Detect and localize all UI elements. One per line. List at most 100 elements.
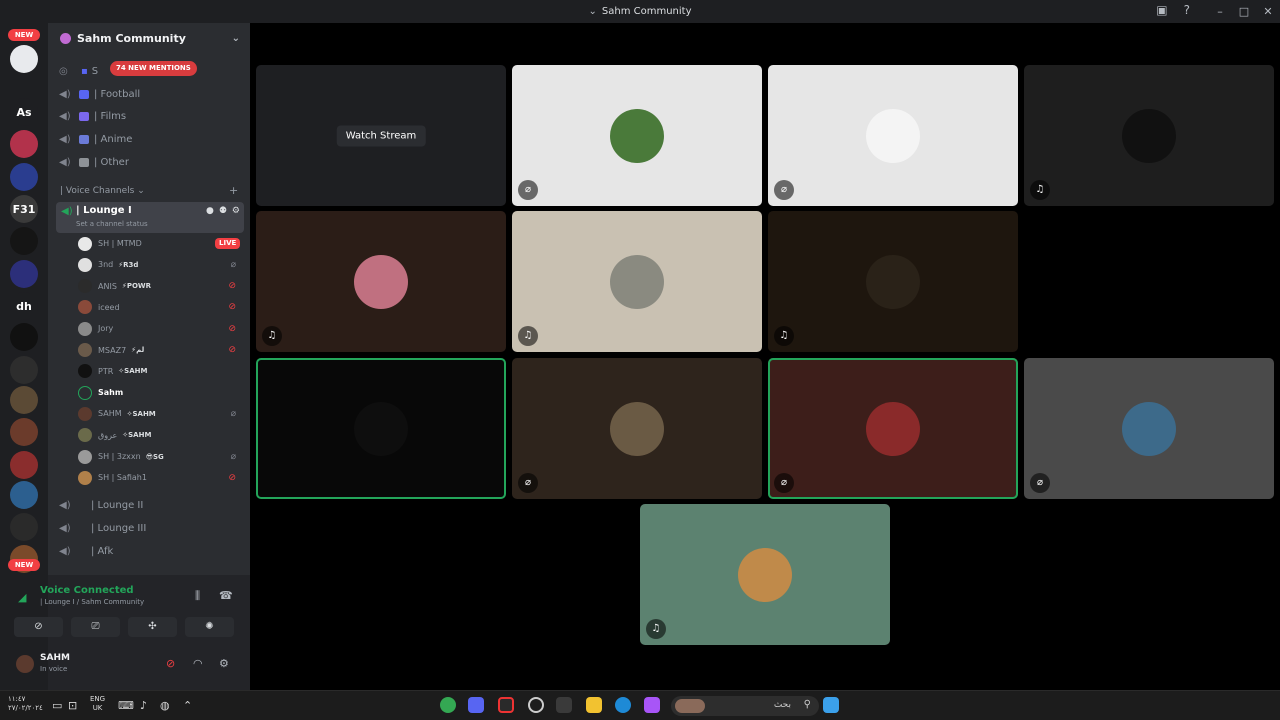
watch-stream-button[interactable]: Watch Stream — [336, 125, 426, 146]
language-indicator[interactable]: ENG UK — [90, 695, 105, 713]
headphones-icon[interactable]: ◠ — [193, 657, 203, 670]
new-pill-bottom[interactable]: NEW — [8, 559, 40, 571]
voice-user[interactable]: SH | 3zxxn 😎SG ⌀ — [78, 446, 248, 467]
server-icon[interactable]: dh — [10, 292, 38, 320]
participant-tile[interactable]: ⌀ — [512, 358, 762, 499]
server-icon[interactable] — [10, 386, 38, 414]
server-icon[interactable] — [10, 323, 38, 351]
participant-tile[interactable] — [1024, 211, 1274, 352]
server-icon[interactable] — [10, 260, 38, 288]
voice-channel-item[interactable]: ◀) | Afk — [56, 541, 244, 561]
desktop-icon[interactable]: ⊡ — [68, 699, 77, 712]
edge-icon[interactable] — [615, 697, 631, 713]
channel-item[interactable]: ◀) | Other — [56, 152, 244, 172]
voice-user[interactable]: 3nd ⚡R3d ⌀ — [78, 254, 248, 275]
chat-icon[interactable]: ● — [206, 206, 214, 216]
maximize-button[interactable]: □ — [1232, 5, 1256, 18]
voice-user[interactable]: MSAZ7 ⚡لم ⊘ — [78, 340, 248, 361]
participant-tile[interactable]: ⌀ — [768, 358, 1018, 499]
channel-item[interactable]: ◀) | Football — [56, 84, 244, 104]
participant-tile[interactable]: ♫ — [512, 211, 762, 352]
server-icon[interactable] — [10, 513, 38, 541]
participant-tile[interactable]: ♫ — [1024, 65, 1274, 206]
store-icon[interactable] — [556, 697, 572, 713]
activities-button[interactable]: ✣ — [128, 617, 177, 637]
voice-user[interactable]: ANIS ⚡POWR ⊘ — [78, 276, 248, 297]
voice-user[interactable]: PTR ✧SAHM — [78, 361, 248, 382]
noise-suppression-icon[interactable]: ⫼ — [195, 589, 200, 603]
voice-user[interactable]: عروق ✧SAHM — [78, 425, 248, 446]
voice-channel-item[interactable]: ◀) | Lounge III — [56, 518, 244, 538]
participant-tile[interactable]: ⌀ — [768, 65, 1018, 206]
voice-connected-title: Voice Connected — [40, 585, 134, 596]
avatar — [610, 254, 664, 309]
steam-icon[interactable] — [528, 697, 544, 713]
voice-user[interactable]: SAHM ✧SAHM ⌀ — [78, 403, 248, 424]
participant-tile[interactable]: ⌀ — [1024, 358, 1274, 499]
voice-user-name: SH | MTMD — [98, 239, 142, 248]
voice-user-name: ANIS — [98, 281, 117, 291]
channel-item[interactable]: ◀) | Anime — [56, 129, 244, 149]
server-icon[interactable]: As — [10, 98, 38, 126]
new-pill-top[interactable]: NEW — [8, 29, 40, 41]
signal-icon[interactable]: ◢ — [18, 591, 26, 604]
chrome-icon[interactable] — [440, 697, 456, 713]
voice-user[interactable]: iceed ⊘ — [78, 297, 248, 318]
voice-connected-channel[interactable]: | Lounge I / Sahm Community — [40, 598, 144, 606]
server-icon[interactable] — [10, 45, 38, 73]
avatar[interactable] — [16, 655, 34, 673]
active-voice-channel[interactable]: ◀) | Lounge I Set a channel status ● ⚉ ⚙ — [56, 202, 244, 233]
channel-item[interactable]: ◀) | Films — [56, 106, 244, 126]
share-screen-button[interactable]: ⎚ — [71, 617, 120, 637]
new-mentions-badge[interactable]: 74 NEW MENTIONS — [110, 61, 197, 76]
guild-header[interactable]: Sahm Community ⌄ — [48, 23, 250, 53]
avatar — [78, 300, 92, 315]
microphone-icon[interactable]: ♪ — [140, 699, 147, 712]
participant-tile[interactable]: ♫ — [256, 211, 506, 352]
participant-tile[interactable] — [256, 358, 506, 499]
server-icon[interactable] — [10, 451, 38, 479]
soundboard-button[interactable]: ✺ — [185, 617, 234, 637]
clock[interactable]: ١١:٤٧ ٢٧/٠٢/٢٠٢٤ — [8, 695, 43, 713]
disconnect-icon[interactable]: ☎ — [219, 589, 233, 602]
server-icon[interactable] — [10, 418, 38, 446]
inbox-icon[interactable]: ▣ — [1156, 3, 1167, 17]
voice-channel-item[interactable]: ◀) | Lounge II — [56, 495, 244, 515]
chevron-up-icon[interactable]: ⌃ — [183, 699, 192, 712]
search-box[interactable]: بحث ⚲ — [671, 696, 819, 716]
avatar — [738, 547, 792, 602]
network-icon[interactable]: ◍ — [160, 699, 170, 712]
participant-tile[interactable]: ⌀ — [512, 65, 762, 206]
start-icon[interactable] — [823, 697, 839, 713]
minimize-button[interactable]: – — [1208, 5, 1232, 18]
voice-user[interactable]: Jory ⊘ — [78, 318, 248, 339]
invite-icon[interactable]: ⚉ — [219, 206, 227, 216]
close-button[interactable]: ✕ — [1256, 5, 1280, 18]
server-icon[interactable] — [10, 130, 38, 158]
channel-name: S — [91, 65, 99, 77]
gear-icon[interactable]: ⚙ — [219, 657, 229, 670]
voice-user[interactable]: SH | Safiah1 ⊘ — [78, 467, 248, 488]
notification-icon[interactable]: ▭ — [52, 699, 62, 712]
mic-muted-icon[interactable]: ⊘ — [166, 657, 175, 670]
voice-user[interactable]: Sahm — [78, 382, 248, 403]
participant-tile[interactable]: ♫ — [640, 504, 890, 645]
copilot-icon[interactable] — [644, 697, 660, 713]
keyboard-icon[interactable]: ⌨ — [118, 699, 134, 712]
channel-status-prompt[interactable]: Set a channel status — [76, 220, 148, 228]
camera-button[interactable]: ⊘ — [14, 617, 63, 637]
server-icon[interactable]: F31 — [10, 195, 38, 223]
category-voice-channels[interactable]: | Voice Channels ⌄ — [60, 186, 145, 196]
participant-tile[interactable]: Watch Stream — [256, 65, 506, 206]
server-icon[interactable] — [10, 227, 38, 255]
folder-icon[interactable] — [586, 697, 602, 713]
server-icon[interactable] — [10, 481, 38, 509]
gear-icon[interactable]: ⚙ — [232, 206, 240, 216]
server-icon[interactable] — [10, 163, 38, 191]
server-icon[interactable] — [10, 356, 38, 384]
app-icon[interactable] — [498, 697, 514, 713]
create-channel-button[interactable]: + — [229, 184, 238, 197]
help-icon[interactable]: ? — [1184, 3, 1190, 17]
participant-tile[interactable]: ♫ — [768, 211, 1018, 352]
discord-app-icon[interactable] — [468, 697, 484, 713]
